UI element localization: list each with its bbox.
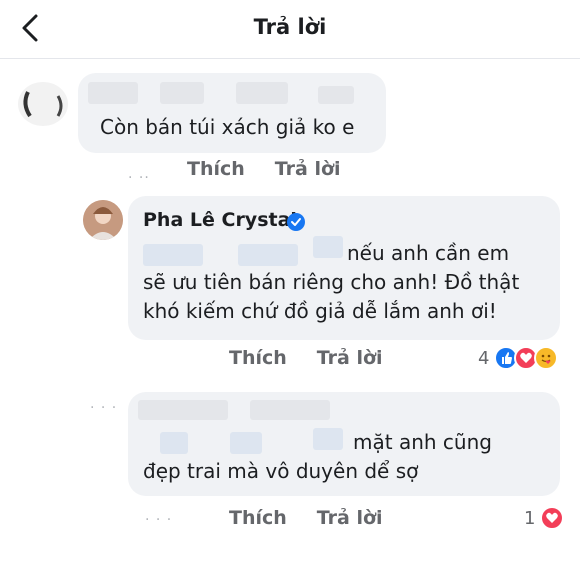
love-reaction-icon[interactable]	[540, 506, 564, 530]
like-button[interactable]: Thích	[229, 507, 287, 529]
reaction-count: 1	[524, 508, 536, 529]
blurred-avatar: · · ·	[90, 400, 118, 416]
reply-button[interactable]: Trả lời	[317, 507, 383, 529]
comment-actions: Thích Trả lời	[187, 158, 371, 180]
like-button[interactable]: Thích	[229, 347, 287, 369]
reply-button[interactable]: Trả lời	[275, 158, 341, 180]
reply-text-line1: mặt anh cũng	[353, 430, 492, 454]
blurred-timestamp: · · ·	[145, 512, 173, 528]
reply-author-avatar[interactable]	[83, 200, 123, 240]
reply-text-line3: khó kiếm chứ đồ giả dễ lắm anh ơi!	[143, 299, 497, 323]
blurred-name	[318, 86, 354, 104]
blurred-name	[138, 400, 228, 420]
top-bar: Trả lời	[0, 0, 580, 59]
reply-text-line2: sẽ ưu tiên bán riêng cho anh! Đồ thật	[143, 270, 520, 294]
reply-actions: Thích Trả lời	[229, 347, 413, 369]
commenter-avatar[interactable]	[18, 82, 68, 126]
reply-text-line2: đẹp trai mà vô duyên dể sợ	[143, 459, 419, 483]
blurred-tag	[313, 236, 343, 258]
blurred-tag	[143, 244, 203, 266]
comment-text: Còn bán túi xách giả ko e	[100, 115, 355, 139]
blurred-name	[88, 82, 138, 104]
reply-button[interactable]: Trả lời	[317, 347, 383, 369]
blurred-tag	[230, 432, 262, 454]
blurred-tag	[238, 244, 298, 266]
blurred-timestamp: · ··	[128, 170, 150, 186]
reaction-count: 4	[478, 348, 490, 369]
blurred-name	[236, 82, 288, 104]
blurred-tag	[160, 432, 188, 454]
page-title: Trả lời	[253, 15, 327, 39]
blurred-tag	[313, 428, 343, 450]
verified-badge-icon	[287, 213, 305, 231]
reply-author-name[interactable]: Pha Lê Crystal	[143, 209, 297, 231]
blurred-name	[250, 400, 330, 420]
care-reaction-icon[interactable]	[534, 346, 558, 370]
reply-actions: Thích Trả lời	[229, 507, 413, 529]
reply-text-line1: nếu anh cần em	[347, 241, 510, 265]
like-button[interactable]: Thích	[187, 158, 245, 180]
blurred-name	[160, 82, 204, 104]
